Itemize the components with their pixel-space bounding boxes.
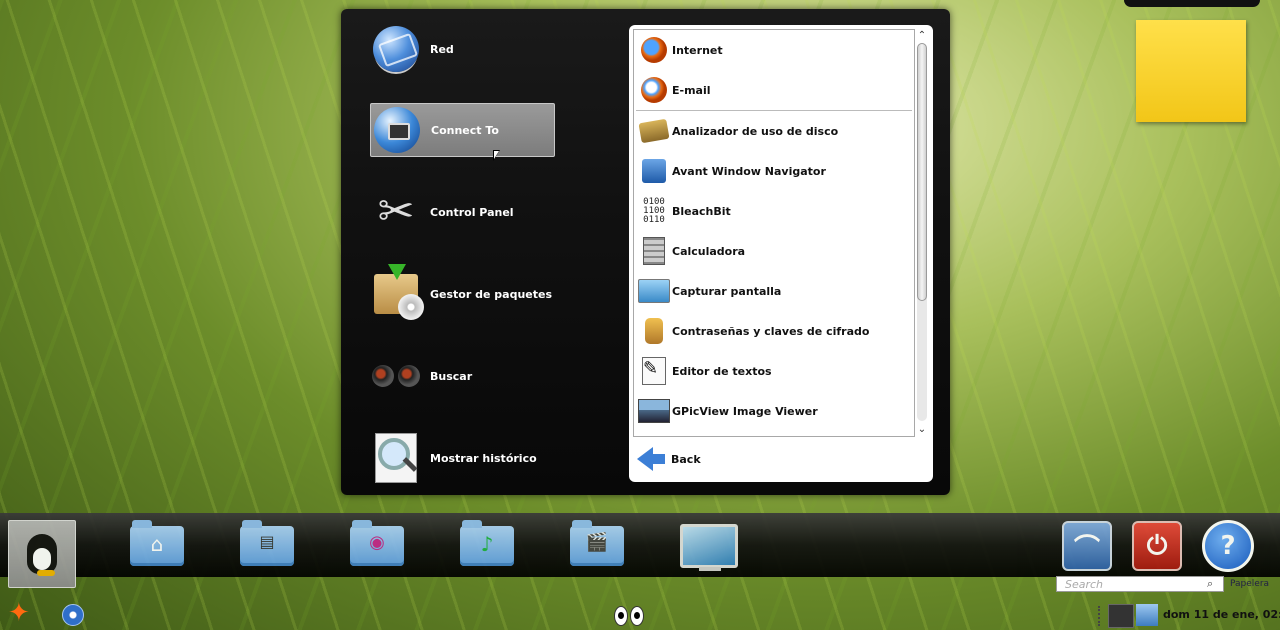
videos-folder-button[interactable]: 🎬 <box>570 520 624 571</box>
app-item-internet[interactable]: Internet <box>638 32 908 68</box>
category-label: Buscar <box>430 369 473 383</box>
app-label: Capturar pantalla <box>672 284 782 298</box>
documents-folder-icon: ▤ <box>240 520 294 566</box>
category-buscar[interactable]: Buscar <box>370 349 555 403</box>
lock-screen-icon: ⌒ <box>1062 521 1112 571</box>
package-manager-icon <box>370 264 424 320</box>
app-item-capturar-pantalla[interactable]: Capturar pantalla <box>638 273 908 309</box>
applications-list: Internet E-mail Analizador de uso de dis… <box>633 29 915 437</box>
music-folder-button[interactable]: ♪ <box>460 520 514 571</box>
panel-handle[interactable] <box>1098 606 1104 626</box>
display-tray-icon[interactable] <box>1136 604 1158 626</box>
search-icon[interactable]: ⌕ <box>1207 577 1221 591</box>
pictures-folder-icon: ◉ <box>350 520 404 566</box>
music-folder-icon: ♪ <box>460 520 514 566</box>
back-label: Back <box>671 452 701 466</box>
top-right-panel-edge <box>1124 0 1260 7</box>
app-item-avant-window-navigator[interactable]: Avant Window Navigator <box>638 153 908 189</box>
app-label: Internet <box>672 43 723 57</box>
desktop-monitor-button[interactable] <box>680 521 738 571</box>
gnome-foot-icon[interactable]: ✦ <box>8 598 46 628</box>
eye-right <box>630 606 644 626</box>
home-folder-icon: ⌂ <box>130 520 184 566</box>
app-item-editor-de-textos[interactable]: ✎ Editor de textos <box>638 353 908 389</box>
keyring-icon <box>638 315 670 347</box>
awn-icon <box>638 155 670 187</box>
back-arrow-tail <box>653 454 665 464</box>
disk-usage-icon <box>638 115 670 147</box>
documents-folder-button[interactable]: ▤ <box>240 520 294 571</box>
lock-screen-button[interactable]: ⌒ <box>1062 521 1112 571</box>
dock-bar: ⌂ ▤ ◉ ♪ 🎬 ⌒ ⏻ ? <box>0 513 1280 588</box>
app-item-disk-usage[interactable]: Analizador de uso de disco <box>638 113 908 149</box>
app-item-email[interactable]: E-mail <box>638 72 908 108</box>
email-client-icon <box>638 74 670 106</box>
connect-to-icon <box>371 104 423 156</box>
applications-list-box: Internet E-mail Analizador de uso de dis… <box>629 25 933 482</box>
power-icon: ⏻ <box>1132 521 1182 571</box>
home-folder-button[interactable]: ⌂ <box>130 520 184 571</box>
calculator-icon <box>638 235 670 267</box>
category-label: Gestor de paquetes <box>430 287 552 301</box>
app-item-calculadora[interactable]: Calculadora <box>638 233 908 269</box>
bleachbit-icon: 0100 1100 0110 <box>643 196 665 225</box>
firefox-icon <box>638 34 670 66</box>
app-label: Analizador de uso de disco <box>672 124 839 138</box>
power-button[interactable]: ⏻ <box>1132 521 1182 571</box>
eye-left <box>614 606 628 626</box>
help-icon: ? <box>1202 520 1254 572</box>
app-label: GPicView Image Viewer <box>672 404 818 418</box>
category-connect-to[interactable]: Connect To <box>370 103 555 157</box>
search-placeholder: Search <box>1065 577 1104 591</box>
pictures-folder-button[interactable]: ◉ <box>350 520 404 571</box>
trash-label[interactable]: Papelera <box>1230 579 1269 589</box>
mouse-pointer-icon <box>493 150 500 161</box>
xeyes-icon <box>614 606 644 626</box>
text-editor-icon: ✎ <box>638 355 670 387</box>
help-button[interactable]: ? <box>1202 520 1254 572</box>
app-label: E-mail <box>672 83 711 97</box>
network-tray-icon[interactable] <box>1108 604 1134 628</box>
sticky-note[interactable] <box>1136 20 1246 122</box>
scroll-down-icon[interactable]: ⌄ <box>915 423 929 435</box>
category-red[interactable]: Red <box>370 22 555 76</box>
back-button[interactable]: Back <box>637 443 701 475</box>
category-mostrar-historico[interactable]: Mostrar histórico <box>370 431 555 485</box>
search-input[interactable]: Search ⌕ <box>1056 576 1224 592</box>
screenshot-camera-icon <box>638 275 670 307</box>
category-label: Red <box>430 42 454 56</box>
category-label: Control Panel <box>430 205 514 219</box>
image-viewer-icon <box>638 395 670 427</box>
binoculars-icon <box>370 350 422 402</box>
desktop-monitor-icon <box>680 524 738 571</box>
app-label: Contraseñas y claves de cifrado <box>672 324 870 338</box>
app-label: Calculadora <box>672 244 746 258</box>
app-item-gpicview[interactable]: GPicView Image Viewer <box>638 393 908 429</box>
start-penguin-icon <box>27 534 57 576</box>
videos-folder-icon: 🎬 <box>570 520 624 566</box>
list-separator <box>636 110 912 111</box>
network-globe-icon <box>370 23 422 75</box>
start-penguin-button[interactable] <box>8 520 76 588</box>
main-menu-panel: Red Connect To ✂ Control Panel Gestor de… <box>341 9 950 495</box>
category-label: Connect To <box>431 123 499 137</box>
category-control-panel[interactable]: ✂ Control Panel <box>370 185 555 239</box>
app-list-scrollbar[interactable]: ⌃ ⌄ <box>915 29 929 435</box>
scroll-thumb[interactable] <box>917 43 927 301</box>
back-arrow-icon <box>637 447 653 471</box>
category-gestor-de-paquetes[interactable]: Gestor de paquetes <box>370 264 555 321</box>
panel-clock[interactable]: dom 11 de ene, 02:02 <box>1163 608 1280 621</box>
scroll-up-icon[interactable]: ⌃ <box>915 29 929 41</box>
app-label: Avant Window Navigator <box>672 164 826 178</box>
app-label: BleachBit <box>672 204 731 218</box>
category-label: Mostrar histórico <box>430 451 537 465</box>
app-item-contrasenas[interactable]: Contraseñas y claves de cifrado <box>638 313 908 349</box>
history-magnifier-icon <box>370 432 422 484</box>
logout-icon[interactable] <box>62 604 84 626</box>
control-panel-tools-icon: ✂ <box>377 186 415 237</box>
app-label: Editor de textos <box>672 364 772 378</box>
app-item-bleachbit[interactable]: 0100 1100 0110 BleachBit <box>638 193 908 229</box>
